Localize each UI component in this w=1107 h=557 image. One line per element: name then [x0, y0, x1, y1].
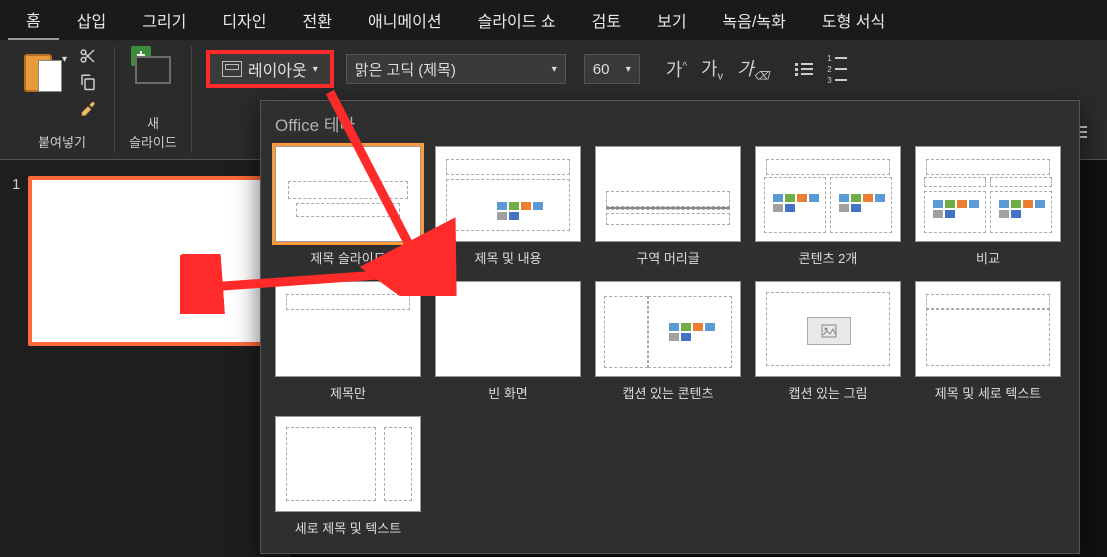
paste-button[interactable]: ▾ [24, 46, 64, 96]
layout-option-title-content[interactable]: 제목 및 내용 [435, 146, 581, 267]
ribbon-tabs: 홈 삽입 그리기 디자인 전환 애니메이션 슬라이드 쇼 검토 보기 녹음/녹화… [0, 0, 1107, 40]
paintbrush-icon [79, 99, 97, 117]
chevron-down-icon: ▾ [552, 64, 557, 75]
copy-icon [79, 73, 97, 91]
chevron-down-icon: ▾ [626, 64, 631, 75]
layout-option-vertical-title-text[interactable]: 세로 제목 및 텍스트 [275, 416, 421, 537]
tab-record[interactable]: 녹음/녹화 [705, 0, 804, 40]
new-slide-icon: + [131, 46, 175, 90]
new-slide-label: 새 슬라이드 [129, 113, 177, 153]
layout-option-comparison[interactable]: 비교 [915, 146, 1061, 267]
layout-dropdown-panel: Office 테마 제목 슬라이드 제목 및 내용 [260, 100, 1080, 554]
layout-option-title-only[interactable]: 제목만 [275, 281, 421, 402]
picture-icon [821, 324, 837, 338]
layout-option-content-caption[interactable]: 캡션 있는 콘텐츠 [595, 281, 741, 402]
layout-label: 레이아웃 [248, 57, 307, 81]
clipboard-icon [24, 46, 64, 96]
tab-draw[interactable]: 그리기 [124, 0, 204, 40]
tab-insert[interactable]: 삽입 [59, 0, 124, 40]
tab-home[interactable]: 홈 [8, 0, 59, 40]
decrease-font-button[interactable]: 가v [701, 55, 723, 83]
chevron-down-icon: ▾ [313, 64, 318, 75]
tab-shape-format[interactable]: 도형 서식 [804, 0, 903, 40]
layout-option-section-header[interactable]: 구역 머리글 [595, 146, 741, 267]
numbering-button[interactable]: 1 2 3 [827, 54, 846, 85]
layout-button[interactable]: 레이아웃 ▾ [206, 50, 334, 88]
slide-number: 1 [12, 176, 20, 193]
bullets-button[interactable] [795, 63, 813, 76]
scissors-icon [79, 47, 97, 65]
tab-review[interactable]: 검토 [574, 0, 639, 40]
ribbon-group-clipboard: ▾ 붙여넣기 [10, 46, 115, 153]
ribbon-group-slides: + 새 슬라이드 [115, 46, 192, 153]
layout-option-title-slide[interactable]: 제목 슬라이드 [275, 146, 421, 267]
slide-rail: 1 [0, 160, 290, 557]
format-painter-button[interactable] [76, 98, 100, 118]
font-name-select[interactable]: 맑은 고딕 (제목) ▾ [346, 54, 566, 84]
increase-font-button[interactable]: 가^ [666, 56, 687, 82]
tab-transitions[interactable]: 전환 [285, 0, 350, 40]
paste-label: 붙여넣기 [38, 132, 86, 153]
tab-view[interactable]: 보기 [639, 0, 704, 40]
chevron-down-icon: ▾ [62, 54, 67, 65]
layout-option-blank[interactable]: 빈 화면 [435, 281, 581, 402]
tab-design[interactable]: 디자인 [204, 0, 284, 40]
layout-icon [222, 61, 242, 77]
layout-panel-heading: Office 테마 [275, 111, 1065, 136]
new-slide-button[interactable]: + [131, 46, 175, 90]
copy-button[interactable] [76, 72, 100, 92]
font-size-select[interactable]: 60 ▾ [584, 54, 640, 84]
slide-thumbnail-1[interactable] [28, 176, 268, 346]
cut-button[interactable] [76, 46, 100, 66]
clear-formatting-button[interactable]: 가⌫ [737, 55, 769, 83]
layout-option-title-vertical-text[interactable]: 제목 및 세로 텍스트 [915, 281, 1061, 402]
layout-option-two-content[interactable]: 콘텐츠 2개 [755, 146, 901, 267]
tab-animations[interactable]: 애니메이션 [350, 0, 460, 40]
tab-slideshow[interactable]: 슬라이드 쇼 [460, 0, 574, 40]
layout-option-picture-caption[interactable]: 캡션 있는 그림 [755, 281, 901, 402]
